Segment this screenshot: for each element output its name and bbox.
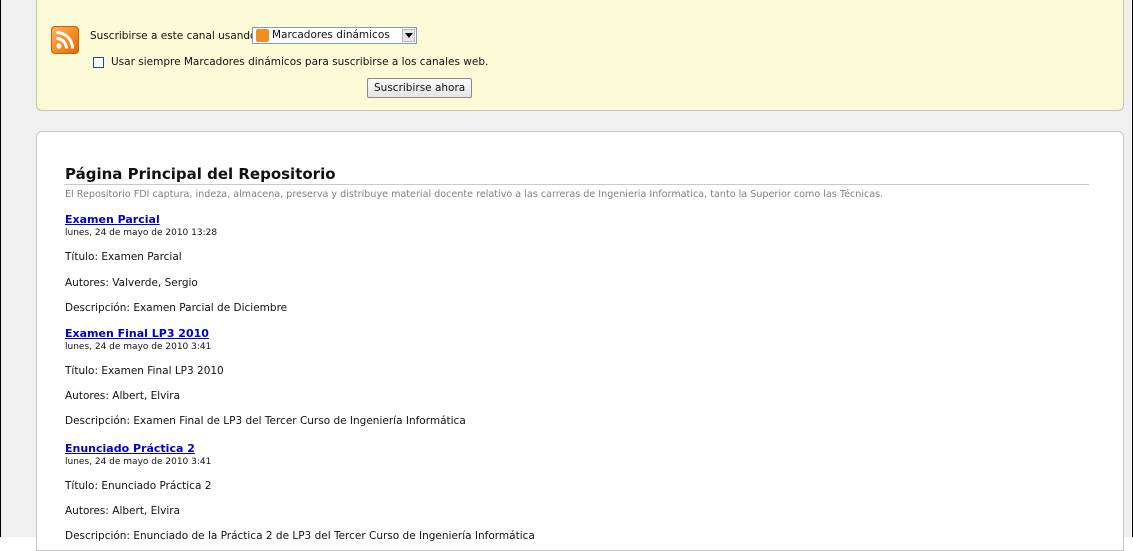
- entry-titulo: Título: Examen Parcial: [65, 251, 182, 263]
- entry-title-link[interactable]: Examen Parcial: [65, 213, 160, 226]
- entry-date: lunes, 24 de mayo de 2010 13:28: [65, 228, 218, 238]
- entry-autores: Autores: Albert, Elvira: [65, 390, 181, 402]
- entry-autores: Autores: Valverde, Sergio: [65, 277, 198, 289]
- feed-reader-select[interactable]: Marcadores dinámicos: [252, 27, 417, 44]
- feed-content: Página Principal del Repositorio El Repo…: [36, 131, 1124, 551]
- subscribe-label: Suscribirse a este canal usando: [90, 30, 257, 42]
- title-divider: [64, 184, 1089, 185]
- page-title: Página Principal del Repositorio: [65, 165, 336, 183]
- subscribe-panel: Suscribirse a este canal usando Marcador…: [36, 0, 1124, 111]
- entry-titulo: Título: Enunciado Práctica 2: [65, 480, 212, 492]
- entry-descripcion: Descripción: Enunciado de la Práctica 2 …: [65, 530, 535, 542]
- feed-reader-selected: Marcadores dinámicos: [272, 29, 390, 41]
- entry-title-link[interactable]: Enunciado Práctica 2: [65, 442, 195, 455]
- subscribe-now-button[interactable]: Suscribirse ahora: [367, 78, 473, 98]
- entry-descripcion: Descripción: Examen Parcial de Diciembre: [65, 302, 288, 314]
- page-description: El Repositorio FDI captura, indeza, alma…: [65, 189, 884, 200]
- always-use-checkbox[interactable]: [93, 57, 104, 68]
- entry-descripcion: Descripción: Examen Final de LP3 del Ter…: [65, 415, 466, 427]
- entry-autores: Autores: Albert, Elvira: [65, 505, 181, 517]
- rss-feed-icon: [51, 26, 79, 54]
- chevron-down-icon[interactable]: [402, 29, 415, 42]
- entry-titulo: Título: Examen Final LP3 2010: [65, 365, 224, 377]
- browser-viewport: Suscribirse a este canal usando Marcador…: [0, 0, 1133, 551]
- rss-feed-small-icon: [256, 29, 269, 42]
- always-use-label: Usar siempre Marcadores dinámicos para s…: [111, 56, 489, 68]
- entry-date: lunes, 24 de mayo de 2010 3:41: [65, 342, 212, 352]
- entry-title-link[interactable]: Examen Final LP3 2010: [65, 327, 209, 340]
- entry-date: lunes, 24 de mayo de 2010 3:41: [65, 457, 212, 467]
